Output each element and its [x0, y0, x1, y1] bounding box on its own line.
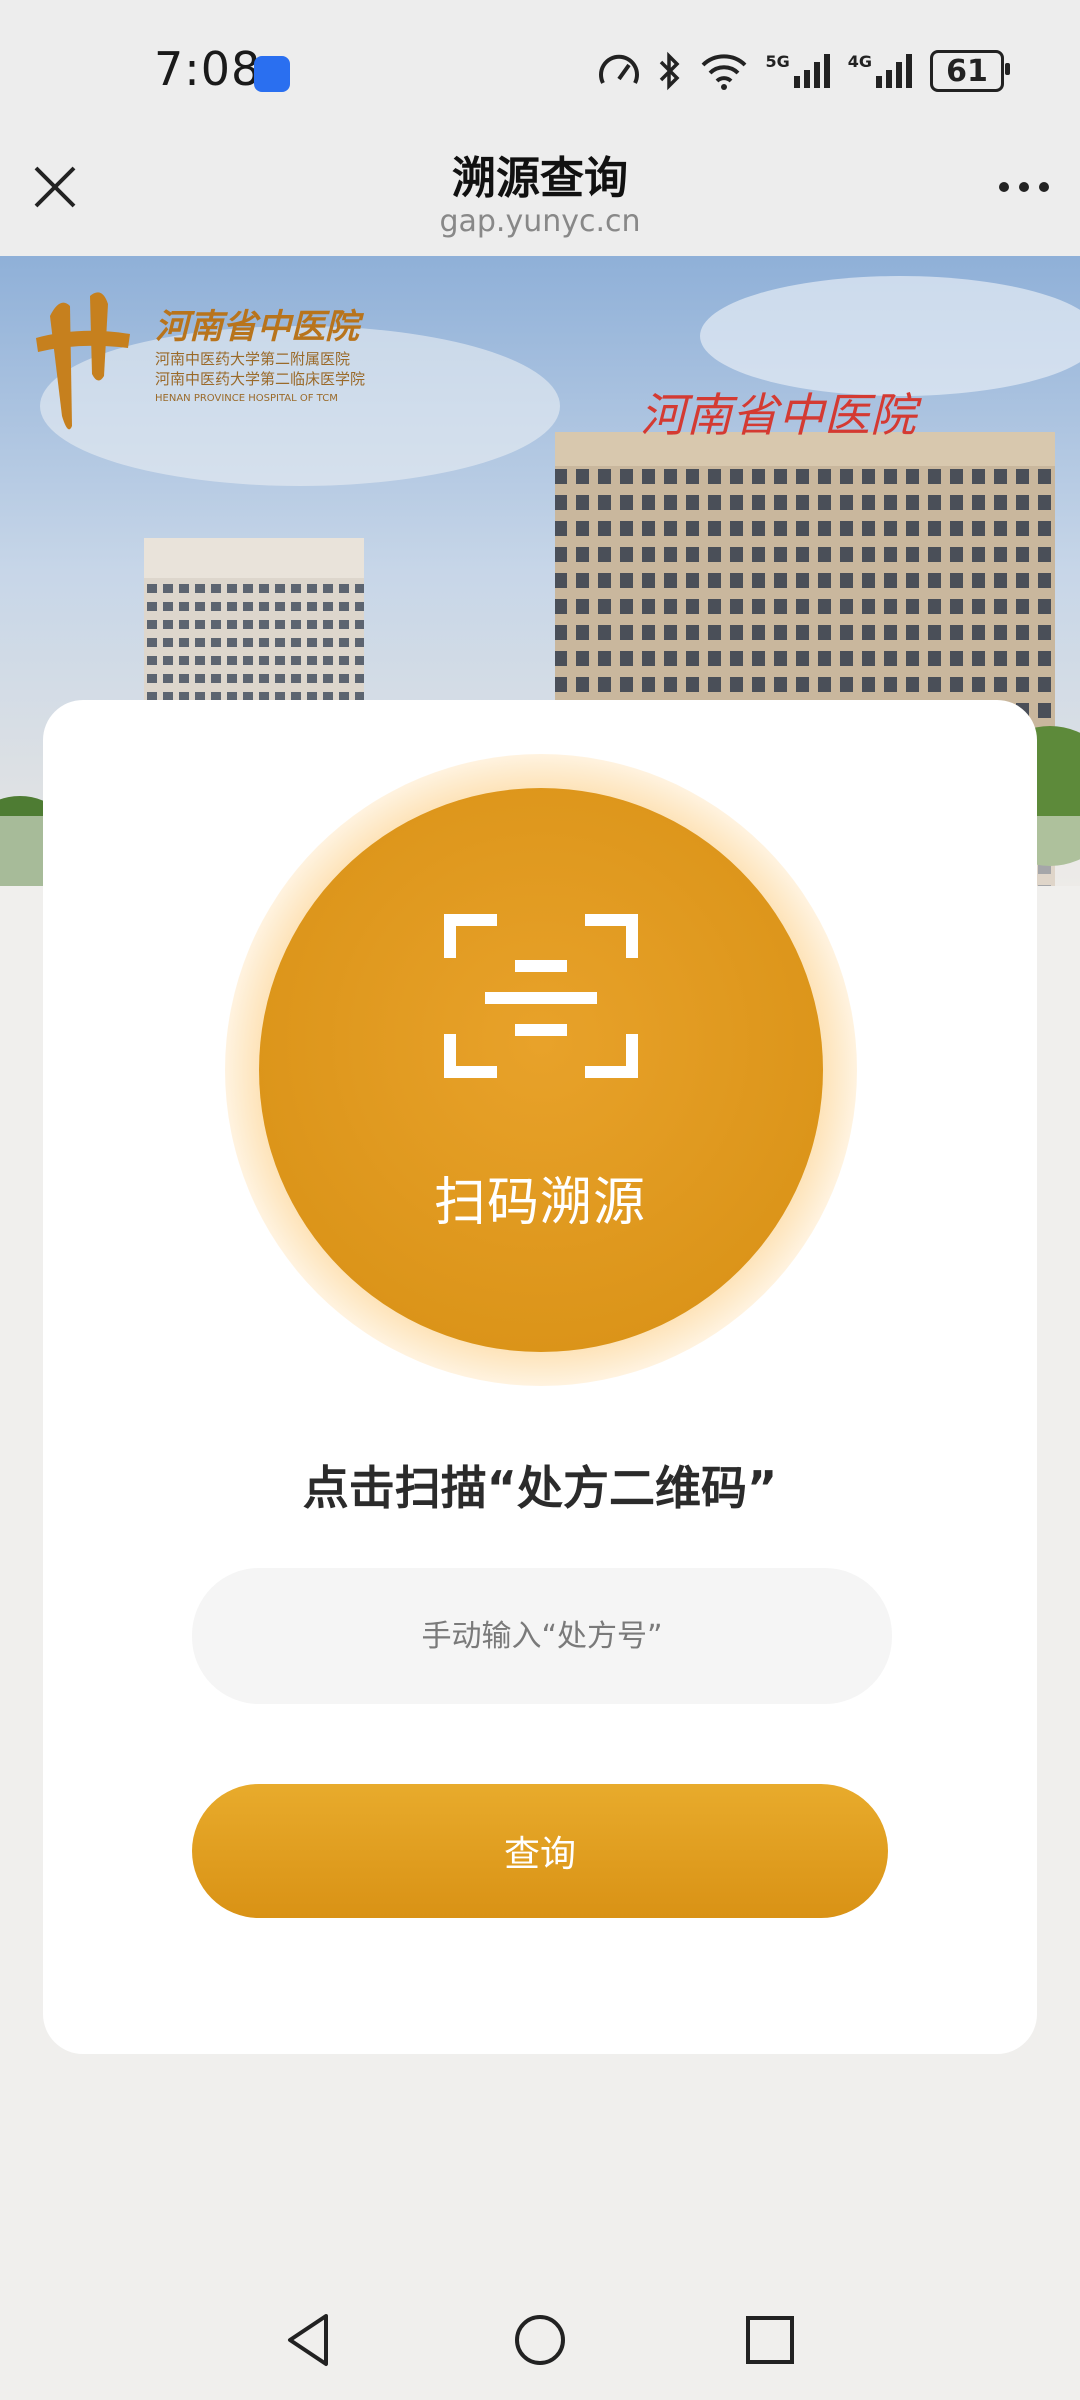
status-time: 7:08 — [154, 42, 262, 96]
building-sign: 河南省中医院 — [640, 388, 922, 442]
logo-name: 河南省中医院 — [155, 307, 365, 347]
logo-line2: 河南中医药大学第二临床医学院 — [155, 370, 365, 388]
wifi-icon — [702, 54, 747, 90]
battery-level: 61 — [946, 53, 988, 89]
system-nav-bar — [0, 2280, 1080, 2400]
signal-4g-label: 4G — [847, 52, 872, 71]
signal-4g-icon — [876, 54, 912, 88]
back-icon[interactable] — [280, 2310, 340, 2370]
page-header: 溯源查询 gap.yunyc.cn — [0, 132, 1080, 256]
scan-label: 扫码溯源 — [433, 1173, 646, 1233]
status-bar: 7:08 5G 4G 61 — [0, 0, 1080, 132]
home-icon[interactable] — [510, 2310, 570, 2370]
scan-button[interactable] — [223, 752, 859, 1388]
signal-5g: 5G — [765, 52, 831, 90]
more-icon[interactable] — [994, 172, 1054, 202]
page-title: 溯源查询 — [452, 153, 628, 204]
signal-4g: 4G — [848, 52, 914, 90]
prescription-number-input[interactable] — [192, 1568, 892, 1704]
status-icons: 5G 4G 61 — [597, 46, 1010, 96]
recents-icon[interactable] — [740, 2310, 800, 2370]
bluetooth-icon — [660, 51, 680, 91]
scan-instruction: 点击扫描“处方二维码” — [302, 1461, 778, 1515]
page-domain: gap.yunyc.cn — [439, 204, 641, 239]
signal-5g-icon — [793, 54, 830, 88]
logo-line3: HENAN PROVINCE HOSPITAL OF TCM — [155, 393, 338, 404]
logo-line1: 河南中医药大学第二附属医院 — [155, 350, 350, 368]
app-notification-icon — [254, 56, 290, 92]
query-card: 扫码溯源 点击扫描“处方二维码” 查询 — [43, 700, 1037, 2054]
speed-icon — [599, 54, 640, 84]
battery-icon: 61 — [930, 50, 1010, 92]
query-button[interactable]: 查询 — [192, 1784, 888, 1918]
signal-5g-label: 5G — [765, 52, 790, 71]
